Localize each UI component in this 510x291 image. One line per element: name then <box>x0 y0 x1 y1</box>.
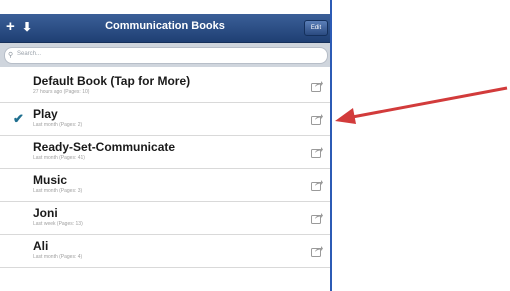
list-item[interactable]: Joni Last week (Pages: 13) <box>0 202 332 235</box>
checkmark-icon: ✔ <box>13 111 24 126</box>
share-icon[interactable] <box>311 147 323 158</box>
book-meta: 27 hours ago (Pages: 10) <box>33 89 90 95</box>
share-icon[interactable] <box>311 213 323 224</box>
search-input[interactable]: ⚲ Search... <box>4 47 328 64</box>
book-title: Music <box>33 173 68 187</box>
book-meta: Last month (Pages: 2) <box>33 122 83 128</box>
list-item[interactable]: ✔ Play Last month (Pages: 2) <box>0 103 332 136</box>
book-title: Joni <box>33 206 58 220</box>
list-item[interactable]: Music Last month (Pages: 3) <box>0 169 332 202</box>
book-meta: Last week (Pages: 13) <box>33 221 83 227</box>
download-button[interactable]: ⬇ <box>22 19 32 35</box>
panel-divider <box>330 0 332 291</box>
list-item[interactable]: Default Book (Tap for More) 27 hours ago … <box>0 70 332 103</box>
book-title: Default Book (Tap for More) <box>33 74 191 88</box>
share-icon[interactable] <box>311 114 323 125</box>
search-bar: ⚲ Search... <box>0 43 332 67</box>
book-meta: Last month (Pages: 41) <box>33 155 85 161</box>
list-item[interactable]: Ali Last month (Pages: 4) <box>0 235 332 268</box>
red-arrow-icon <box>335 86 508 124</box>
nav-bar: + ⬇ Communication Books Edit <box>0 14 332 43</box>
share-icon[interactable] <box>311 246 323 257</box>
book-meta: Last month (Pages: 3) <box>33 188 83 194</box>
search-icon: ⚲ <box>8 52 14 59</box>
book-list: Default Book (Tap for More) 27 hours ago … <box>0 70 332 268</box>
book-title: Ali <box>33 239 49 253</box>
share-icon[interactable] <box>311 81 323 92</box>
search-placeholder: Search... <box>17 51 42 57</box>
books-panel: + ⬇ Communication Books Edit ⚲ Search...… <box>0 0 332 291</box>
book-meta: Last month (Pages: 4) <box>33 254 83 260</box>
page-title: Communication Books <box>105 20 225 32</box>
book-title: Play <box>33 107 58 121</box>
book-title: Ready-Set-Communicate <box>33 140 176 154</box>
share-icon[interactable] <box>311 180 323 191</box>
list-item[interactable]: Ready-Set-Communicate Last month (Pages: … <box>0 136 332 169</box>
edit-button[interactable]: Edit <box>304 20 328 36</box>
add-button[interactable]: + <box>6 19 15 35</box>
